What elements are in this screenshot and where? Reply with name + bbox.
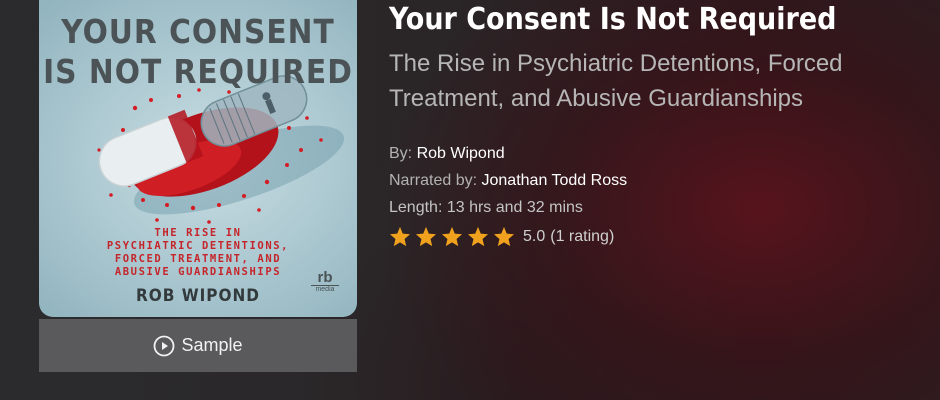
cover-subtitle-line2: PSYCHIATRIC DETENTIONS, — [106, 240, 290, 252]
author-link[interactable]: Rob Wipond — [417, 145, 505, 162]
star-icon — [493, 226, 515, 247]
length-info: Length: 13 hrs and 32 mins — [389, 199, 583, 216]
cover-title-line2: IS NOT REQUIRED — [43, 52, 353, 91]
author-line: By: Rob Wipond — [389, 145, 505, 163]
cover-subtitle-line3: FORCED TREATMENT, AND — [114, 253, 282, 265]
sample-button-label: Sample — [181, 335, 243, 355]
author-label: By: — [389, 145, 413, 162]
publisher-logo-mark: rb — [317, 269, 333, 286]
cover-subtitle-line4: ABUSIVE GUARDIANSHIPS — [114, 266, 282, 278]
book-cover[interactable]: YOUR CONSENT IS NOT REQUIRED THE RISE IN… — [39, 0, 357, 317]
star-icon — [467, 226, 489, 247]
narrator-line: Narrated by: Jonathan Todd Ross — [389, 172, 627, 190]
cover-subtitle-line1: THE RISE IN — [154, 227, 242, 239]
book-subtitle: The Rise in Psychiatric Detentions, Forc… — [389, 50, 843, 112]
sample-button[interactable]: Sample — [39, 319, 357, 372]
cover-author: ROB WIPOND — [135, 286, 261, 306]
rating[interactable]: 5.0 (1 rating) — [389, 226, 614, 247]
rating-stars — [389, 226, 519, 247]
publisher-logo-text: media — [311, 285, 339, 294]
rating-value: 5.0 — [523, 227, 546, 245]
star-icon — [441, 226, 463, 247]
play-circle-icon — [154, 335, 175, 356]
book-title: Your Consent Is Not Required — [389, 2, 837, 37]
narrator-link[interactable]: Jonathan Todd Ross — [482, 172, 628, 189]
star-icon — [415, 226, 437, 247]
rating-count: (1 rating) — [550, 227, 615, 245]
publisher-logo: rb media — [311, 270, 339, 294]
star-icon — [389, 226, 411, 247]
cover-title-line1: YOUR CONSENT — [61, 12, 335, 51]
narrator-label: Narrated by: — [389, 172, 478, 189]
